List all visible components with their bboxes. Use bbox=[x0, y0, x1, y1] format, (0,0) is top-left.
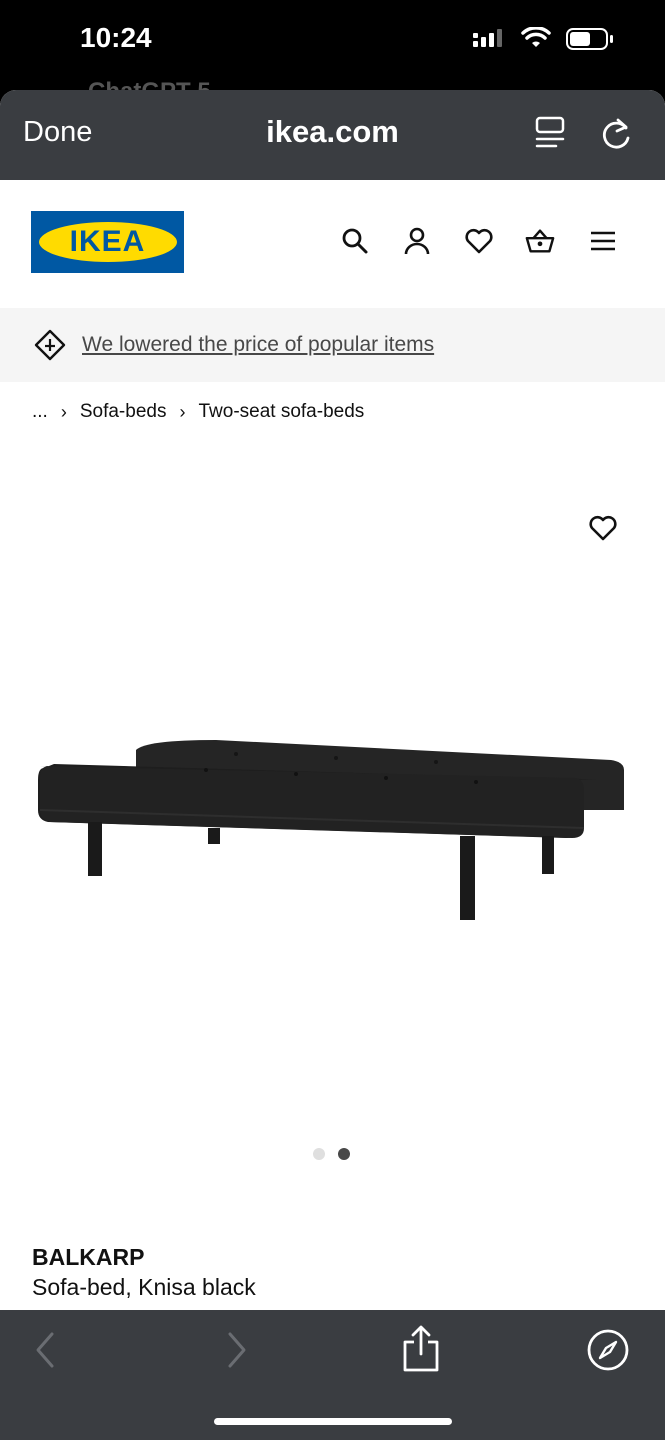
reader-icon[interactable] bbox=[534, 114, 568, 152]
favorite-icon[interactable] bbox=[588, 513, 618, 543]
status-bar: 10:24 ChatGPT 5 bbox=[0, 0, 665, 92]
ikea-logo[interactable]: IKEA bbox=[31, 211, 184, 273]
home-indicator[interactable] bbox=[214, 1418, 452, 1425]
carousel-dots bbox=[313, 1148, 350, 1160]
logo-text: IKEA bbox=[69, 225, 146, 258]
carousel-dot[interactable] bbox=[313, 1148, 325, 1160]
breadcrumb-ellipsis[interactable]: ... bbox=[32, 401, 48, 423]
cellular-icon bbox=[473, 29, 502, 47]
site-header: IKEA bbox=[0, 180, 665, 308]
breadcrumb-two-seat-sofa-beds[interactable]: Two-seat sofa-beds bbox=[198, 401, 364, 423]
promo-banner: We lowered the price of popular items bbox=[0, 308, 665, 382]
breadcrumb: ... › Sofa-beds › Two-seat sofa-beds bbox=[32, 401, 364, 423]
price-tag-icon bbox=[34, 329, 66, 361]
promo-link[interactable]: We lowered the price of popular items bbox=[82, 333, 434, 357]
search-icon[interactable] bbox=[340, 226, 370, 256]
reload-icon[interactable] bbox=[600, 114, 634, 154]
basket-icon[interactable] bbox=[525, 226, 555, 256]
forward-icon[interactable] bbox=[222, 1328, 252, 1372]
status-icons bbox=[471, 26, 615, 52]
wifi-icon bbox=[521, 27, 551, 47]
safari-compass-icon[interactable] bbox=[586, 1328, 630, 1372]
menu-icon[interactable] bbox=[588, 226, 618, 256]
breadcrumb-sofa-beds[interactable]: Sofa-beds bbox=[80, 401, 167, 423]
back-icon[interactable] bbox=[30, 1328, 60, 1372]
browser-top-bar: Done ikea.com bbox=[0, 90, 665, 180]
chevron-right-icon: › bbox=[60, 401, 67, 422]
in-app-browser-sheet: Done ikea.com IKEA We lowered the price … bbox=[0, 90, 665, 1440]
product-name: BALKARP bbox=[32, 1244, 145, 1270]
status-time: 10:24 bbox=[80, 22, 152, 53]
share-icon[interactable] bbox=[400, 1324, 442, 1374]
wishlist-icon[interactable] bbox=[464, 226, 494, 256]
product-image[interactable] bbox=[36, 740, 626, 940]
chevron-right-icon: › bbox=[179, 401, 186, 422]
battery-icon bbox=[566, 28, 613, 50]
account-icon[interactable] bbox=[402, 226, 432, 256]
product-description: Sofa-bed, Knisa black bbox=[32, 1274, 256, 1300]
carousel-dot-active[interactable] bbox=[338, 1148, 350, 1160]
